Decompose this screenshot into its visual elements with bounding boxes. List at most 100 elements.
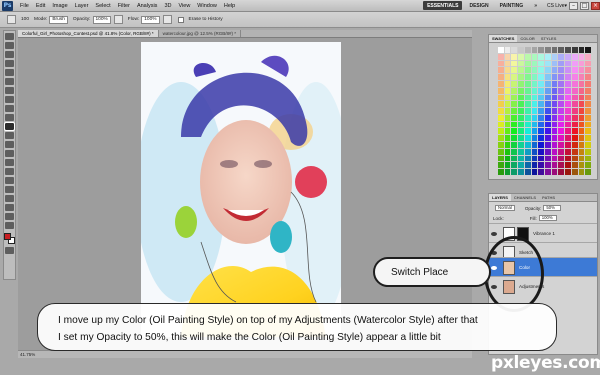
- swatch-cell[interactable]: [545, 67, 551, 74]
- swatch-cell[interactable]: [585, 108, 591, 114]
- swatch-cell[interactable]: [558, 47, 565, 53]
- swatch-cell[interactable]: [538, 121, 544, 128]
- swatch-cell[interactable]: [585, 87, 591, 94]
- hand-tool-icon[interactable]: [5, 213, 14, 220]
- swatch-cell[interactable]: [498, 162, 504, 169]
- swatch-cell[interactable]: [585, 114, 591, 121]
- swatch-cell[interactable]: [518, 162, 524, 169]
- swatch-cell[interactable]: [531, 94, 538, 101]
- swatch-cell[interactable]: [571, 60, 578, 67]
- swatch-cell[interactable]: [578, 108, 585, 114]
- swatch-cell[interactable]: [558, 148, 565, 155]
- swatch-cell[interactable]: [498, 128, 504, 135]
- menu-window[interactable]: Window: [197, 3, 217, 9]
- swatch-cell[interactable]: [578, 53, 585, 60]
- swatch-cell[interactable]: [571, 67, 578, 74]
- swatch-cell[interactable]: [585, 121, 591, 128]
- move-tool-icon[interactable]: [5, 33, 14, 40]
- swatch-cell[interactable]: [538, 74, 544, 80]
- swatch-cell[interactable]: [565, 142, 571, 148]
- menu-edit[interactable]: Edit: [36, 3, 45, 9]
- swatch-cell[interactable]: [538, 162, 544, 169]
- swatch-cell[interactable]: [551, 169, 558, 175]
- swatch-cell[interactable]: [578, 142, 585, 148]
- swatch-cell[interactable]: [558, 108, 565, 114]
- swatch-cell[interactable]: [538, 108, 544, 114]
- lasso-tool-icon[interactable]: [5, 51, 14, 58]
- tab-layers[interactable]: LAYERS: [489, 194, 511, 201]
- swatch-cell[interactable]: [571, 148, 578, 155]
- swatch-cell[interactable]: [504, 148, 511, 155]
- quick-select-tool-icon[interactable]: [5, 60, 14, 67]
- tab-swatches[interactable]: SWATCHES: [489, 35, 518, 42]
- swatch-cell[interactable]: [551, 128, 558, 135]
- clone-stamp-tool-icon[interactable]: [5, 105, 14, 112]
- swatch-cell[interactable]: [551, 148, 558, 155]
- layer-opacity-field[interactable]: 50%: [543, 205, 562, 211]
- swatch-cell[interactable]: [565, 135, 571, 142]
- swatch-cell[interactable]: [531, 108, 538, 114]
- menu-analysis[interactable]: Analysis: [137, 3, 157, 9]
- swatch-cell[interactable]: [518, 135, 524, 142]
- swatch-cell[interactable]: [558, 60, 565, 67]
- swatch-cell[interactable]: [524, 94, 531, 101]
- swatch-cell[interactable]: [571, 101, 578, 108]
- swatch-cell[interactable]: [585, 74, 591, 80]
- swatch-cell[interactable]: [585, 169, 591, 175]
- swatch-cell[interactable]: [538, 114, 544, 121]
- swatch-cell[interactable]: [531, 148, 538, 155]
- swatch-cell[interactable]: [498, 155, 504, 162]
- swatch-cell[interactable]: [504, 53, 511, 60]
- swatch-cell[interactable]: [511, 53, 518, 60]
- swatch-cell[interactable]: [504, 101, 511, 108]
- swatch-cell[interactable]: [518, 169, 524, 175]
- swatch-cell[interactable]: [578, 80, 585, 87]
- swatch-cell[interactable]: [498, 60, 504, 67]
- document-tab-active[interactable]: Colorful_Girl_Photoshop_Contest.psd @ 41…: [18, 30, 159, 37]
- swatch-cell[interactable]: [571, 155, 578, 162]
- swatch-cell[interactable]: [511, 74, 518, 80]
- workspace-design[interactable]: DESIGN: [465, 1, 492, 10]
- swatch-cell[interactable]: [531, 74, 538, 80]
- swatch-cell[interactable]: [504, 169, 511, 175]
- swatch-cell[interactable]: [504, 74, 511, 80]
- erase-history-checkbox[interactable]: [177, 16, 184, 23]
- swatch-cell[interactable]: [504, 121, 511, 128]
- swatch-cell[interactable]: [531, 162, 538, 169]
- swatch-cell[interactable]: [531, 87, 538, 94]
- swatch-cell[interactable]: [518, 108, 524, 114]
- swatch-cell[interactable]: [578, 169, 585, 175]
- swatch-cell[interactable]: [498, 169, 504, 175]
- swatch-cell[interactable]: [545, 74, 551, 80]
- swatch-cell[interactable]: [538, 87, 544, 94]
- swatch-cell[interactable]: [571, 108, 578, 114]
- swatch-cell[interactable]: [511, 60, 518, 67]
- swatch-cell[interactable]: [551, 121, 558, 128]
- swatch-cell[interactable]: [571, 121, 578, 128]
- swatch-cell[interactable]: [565, 108, 571, 114]
- swatch-cell[interactable]: [498, 121, 504, 128]
- brush-tool-icon[interactable]: [5, 96, 14, 103]
- history-brush-tool-icon[interactable]: [5, 114, 14, 121]
- flow-field[interactable]: 100%: [141, 15, 160, 24]
- swatch-cell[interactable]: [538, 169, 544, 175]
- swatch-cell[interactable]: [511, 169, 518, 175]
- swatch-cell[interactable]: [545, 53, 551, 60]
- swatch-cell[interactable]: [531, 60, 538, 67]
- swatch-cell[interactable]: [504, 87, 511, 94]
- swatch-cell[interactable]: [524, 67, 531, 74]
- menu-select[interactable]: Select: [95, 3, 110, 9]
- swatch-cell[interactable]: [565, 169, 571, 175]
- swatch-cell[interactable]: [551, 142, 558, 148]
- swatch-cell[interactable]: [551, 60, 558, 67]
- swatch-cell[interactable]: [545, 142, 551, 148]
- mode-select[interactable]: Brush: [49, 15, 68, 24]
- swatch-cell[interactable]: [571, 169, 578, 175]
- swatch-cell[interactable]: [518, 80, 524, 87]
- swatch-cell[interactable]: [565, 53, 571, 60]
- swatch-cell[interactable]: [545, 114, 551, 121]
- swatch-cell[interactable]: [531, 169, 538, 175]
- swatch-cell[interactable]: [578, 155, 585, 162]
- swatch-cell[interactable]: [498, 114, 504, 121]
- swatch-cell[interactable]: [565, 80, 571, 87]
